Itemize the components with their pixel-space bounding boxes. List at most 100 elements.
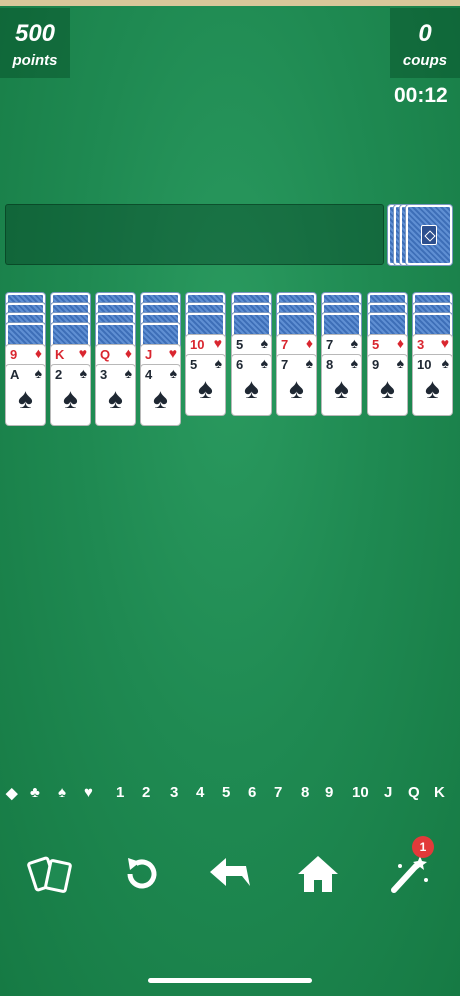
home-indicator bbox=[148, 978, 312, 983]
card-rank: 3 bbox=[417, 337, 425, 352]
card-rank: 5 bbox=[190, 357, 198, 372]
card-rank: 9 bbox=[372, 357, 380, 372]
undo-icon bbox=[210, 858, 250, 886]
legend-item: ♣ bbox=[30, 784, 40, 801]
card-suit-icon: ♠ bbox=[396, 355, 404, 371]
legend-item: 4 bbox=[196, 784, 205, 801]
legend-item: 10 bbox=[352, 784, 369, 801]
legend-item: ♥ bbox=[84, 784, 93, 801]
legend-item: J bbox=[384, 784, 393, 801]
card-rank: 4 bbox=[145, 367, 153, 382]
card-rank: J bbox=[145, 347, 153, 362]
legend-item: ◆ bbox=[6, 785, 18, 802]
moves-label: coups bbox=[402, 52, 448, 69]
card-center-suit-icon: ♠ bbox=[63, 383, 78, 414]
card-suit-icon: ♠ bbox=[260, 355, 268, 371]
card-suit-icon: ♦ bbox=[34, 345, 42, 361]
card-rank: 10 bbox=[190, 337, 205, 352]
card-suit-icon: ♠ bbox=[305, 355, 313, 371]
card-center-suit-icon: ♠ bbox=[334, 373, 349, 404]
legend-item: 8 bbox=[301, 784, 310, 801]
card-suit-icon: ♠ bbox=[350, 335, 358, 351]
moves-box: 0 coups bbox=[390, 8, 460, 78]
card-rank: 2 bbox=[55, 367, 63, 382]
card-center-suit-icon: ♠ bbox=[153, 383, 168, 414]
legend-item: ♠ bbox=[58, 784, 66, 801]
card-center-suit-icon: ♠ bbox=[380, 373, 395, 404]
card-center-suit-icon: ♠ bbox=[108, 383, 123, 414]
card-center-suit-icon: ♠ bbox=[18, 383, 33, 414]
cards-icon bbox=[27, 856, 72, 893]
rank-legend: ◆ ♣ ♠ ♥ 1 2 3 4 5 6 7 8 9 10 J Q K bbox=[0, 784, 460, 806]
legend-item: Q bbox=[408, 784, 420, 801]
toolbar bbox=[0, 846, 460, 906]
restart-button[interactable] bbox=[114, 846, 170, 902]
legend-item: 6 bbox=[248, 784, 257, 801]
card-rank: 9 bbox=[10, 347, 18, 362]
points-box: 500 points bbox=[0, 8, 70, 78]
stock-pile[interactable] bbox=[388, 205, 454, 265]
playing-card[interactable]: 5 ♠ ♠ bbox=[186, 355, 225, 415]
card-suit-icon: ♥ bbox=[213, 335, 222, 351]
legend-item: 7 bbox=[274, 784, 283, 801]
card-suit-icon: ♠ bbox=[214, 355, 222, 371]
timer: 00:12 bbox=[394, 84, 448, 107]
card-rank: K bbox=[55, 347, 65, 362]
card-rank: 10 bbox=[417, 357, 432, 372]
playing-card[interactable]: 6 ♠ ♠ bbox=[232, 355, 271, 415]
undo-button[interactable] bbox=[202, 846, 258, 902]
card-emblem-icon bbox=[421, 225, 437, 245]
playing-card[interactable]: 3 ♠ ♠ bbox=[96, 365, 135, 425]
card-suit-icon: ♦ bbox=[396, 335, 404, 351]
top-frame bbox=[0, 0, 460, 6]
card-suit-icon: ♦ bbox=[124, 345, 132, 361]
deal-button[interactable] bbox=[24, 846, 80, 902]
card-rank: 5 bbox=[236, 337, 244, 352]
card-rank: 8 bbox=[326, 357, 334, 372]
card-center-suit-icon: ♠ bbox=[289, 373, 304, 404]
card-suit-icon: ♠ bbox=[169, 365, 177, 381]
card-center-suit-icon: ♠ bbox=[425, 373, 440, 404]
playing-card[interactable]: 10 ♠ ♠ bbox=[413, 355, 452, 415]
playing-card[interactable]: 9 ♠ ♠ bbox=[368, 355, 407, 415]
points-value: 500 bbox=[14, 20, 56, 47]
foundation-area bbox=[5, 204, 384, 265]
legend-item: 3 bbox=[170, 784, 179, 801]
playing-card[interactable]: 7 ♠ ♠ bbox=[277, 355, 316, 415]
card-rank: Q bbox=[100, 347, 111, 362]
card-suit-icon: ♥ bbox=[168, 345, 177, 361]
home-icon bbox=[298, 856, 338, 892]
card-suit-icon: ♠ bbox=[124, 365, 132, 381]
card-rank: 7 bbox=[281, 337, 289, 352]
card-rank: 7 bbox=[326, 337, 334, 352]
moves-value: 0 bbox=[418, 20, 432, 47]
magic-wand-icon bbox=[391, 856, 428, 893]
legend-item: 5 bbox=[222, 784, 231, 801]
playing-card[interactable]: A ♠ ♠ bbox=[6, 365, 45, 425]
card-suit-icon: ♠ bbox=[350, 355, 358, 371]
legend-item: 1 bbox=[116, 784, 125, 801]
card-suit-icon: ♥ bbox=[440, 335, 449, 351]
playing-card[interactable]: 8 ♠ ♠ bbox=[322, 355, 361, 415]
stock-card[interactable] bbox=[406, 205, 452, 265]
legend-item: 9 bbox=[325, 784, 334, 801]
card-rank: 5 bbox=[372, 337, 380, 352]
legend-item: K bbox=[434, 784, 445, 801]
card-rank: 3 bbox=[100, 367, 108, 382]
playing-card[interactable]: 4 ♠ ♠ bbox=[141, 365, 180, 425]
card-suit-icon: ♠ bbox=[441, 355, 449, 371]
card-center-suit-icon: ♠ bbox=[198, 373, 213, 404]
card-suit-icon: ♠ bbox=[79, 365, 87, 381]
hint-badge: 1 bbox=[412, 836, 434, 858]
card-suit-icon: ♠ bbox=[34, 365, 42, 381]
card-suit-icon: ♠ bbox=[260, 335, 268, 351]
card-suit-icon: ♦ bbox=[305, 335, 313, 351]
card-rank: A bbox=[10, 367, 20, 382]
card-suit-icon: ♥ bbox=[78, 345, 87, 361]
playing-card[interactable]: 2 ♠ ♠ bbox=[51, 365, 90, 425]
card-rank: 6 bbox=[236, 357, 244, 372]
card-center-suit-icon: ♠ bbox=[244, 373, 259, 404]
legend-item: 2 bbox=[142, 784, 151, 801]
restart-icon bbox=[127, 858, 157, 889]
home-button[interactable] bbox=[290, 846, 346, 902]
